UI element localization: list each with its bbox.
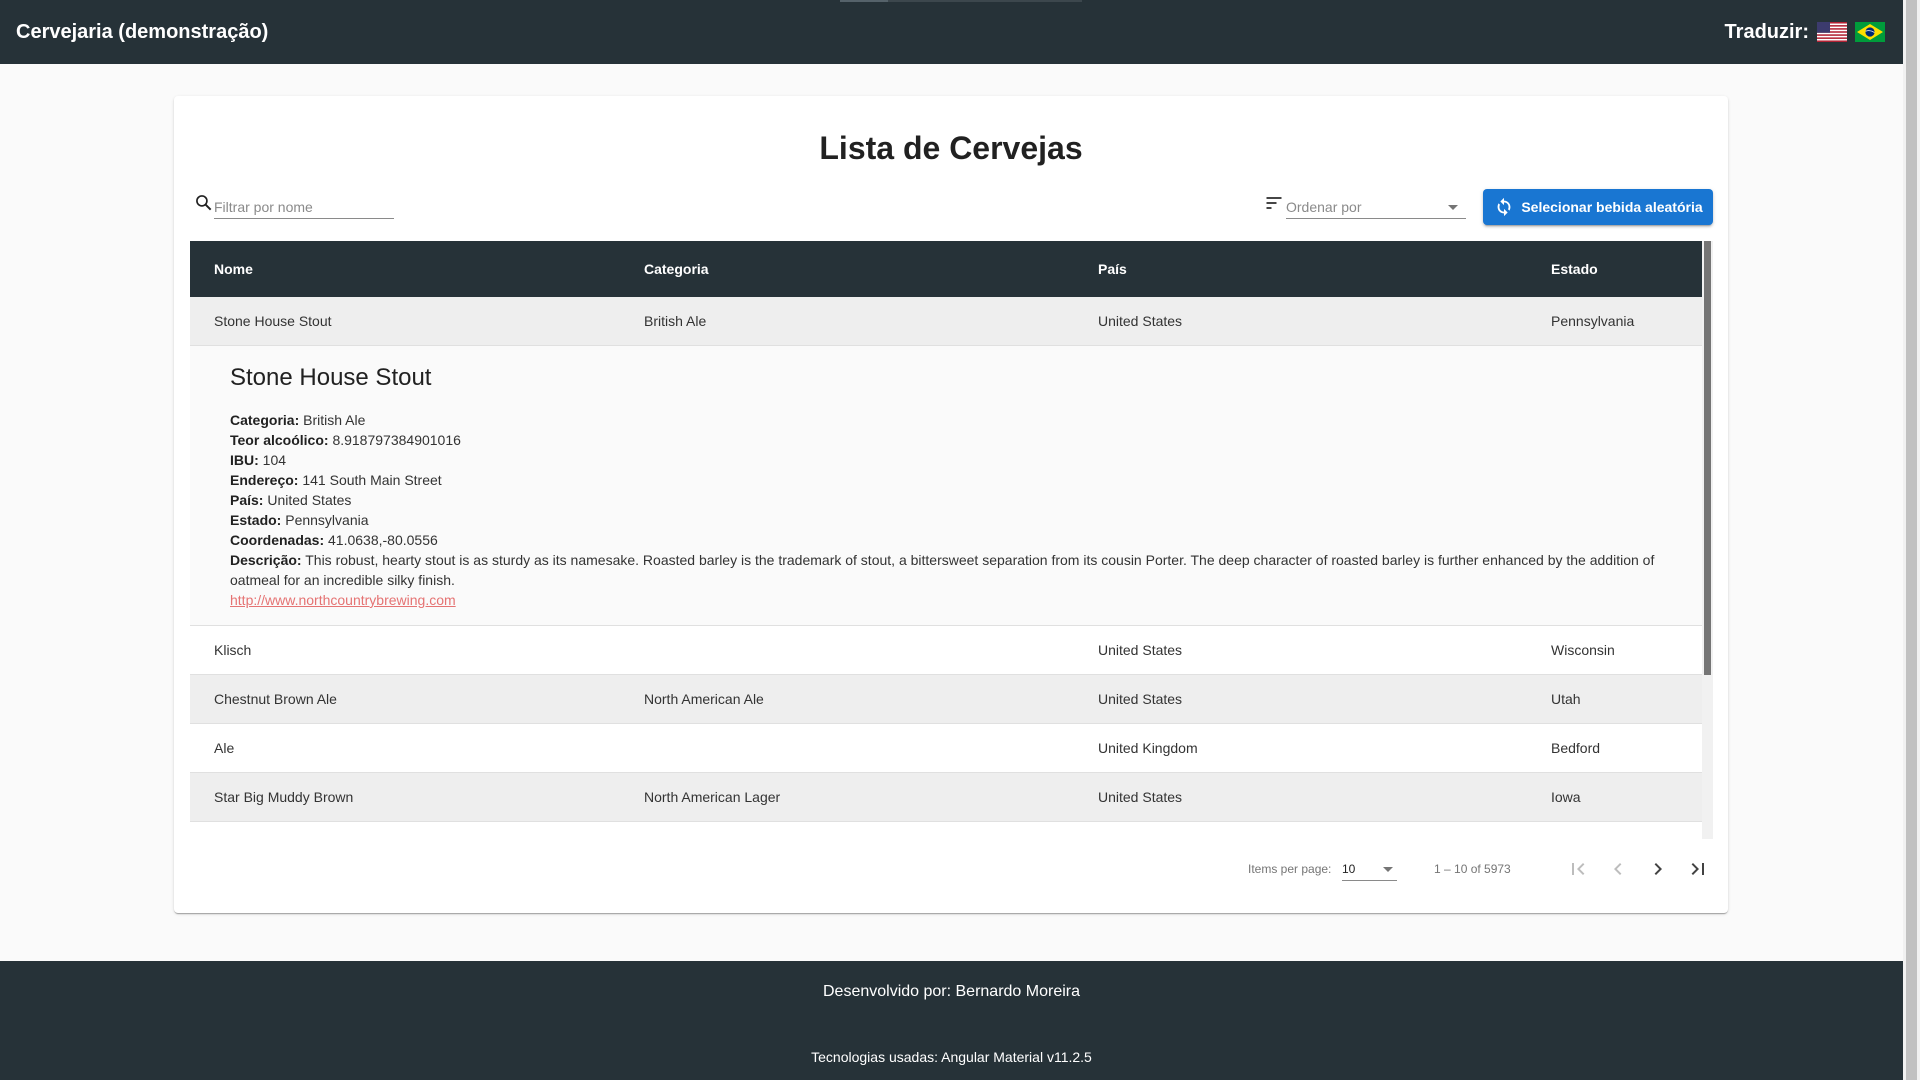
random-beer-label: Selecionar bebida aleatória <box>1521 199 1703 215</box>
cell-nome: Ale <box>214 740 235 756</box>
cell-categoria: North American Lager <box>644 789 781 805</box>
us-flag-icon[interactable] <box>1817 22 1847 42</box>
cell-nome: Star Big Muddy Brown <box>214 789 354 805</box>
cell-nome: Stone House Stout <box>214 313 332 329</box>
table-row[interactable]: Chestnut Brown Ale North American Ale Un… <box>190 675 1702 724</box>
expanded-detail: Stone House Stout Categoria: British Ale… <box>190 346 1702 626</box>
detail-field: Categoria: British Ale <box>230 412 366 428</box>
detail-field: Endereço: 141 South Main Street <box>230 472 442 488</box>
cell-pais: United States <box>1098 313 1183 329</box>
chevron-right-icon <box>1654 863 1662 875</box>
table-row[interactable]: Klisch United States Wisconsin <box>190 626 1702 675</box>
detail-field: Teor alcoólico: 8.918797384901016 <box>230 432 461 448</box>
first-page-button[interactable] <box>1562 853 1594 885</box>
items-per-page-select[interactable]: 10 <box>1342 857 1397 881</box>
cell-estado: Wisconsin <box>1551 642 1615 658</box>
detail-title: Stone House Stout <box>230 364 432 391</box>
cell-pais: United States <box>1098 789 1183 805</box>
app-title: Cervejaria (demonstração) <box>16 21 269 43</box>
sort-icon <box>1266 197 1282 209</box>
sort-field: Ordenar por <box>1264 191 1467 221</box>
table-body: Stone House Stout British Ale United Sta… <box>190 297 1702 822</box>
cell-estado: Iowa <box>1551 789 1581 805</box>
top-indicator <box>840 0 1082 2</box>
next-page-button[interactable] <box>1642 853 1674 885</box>
items-per-page-label: Items per page: <box>1248 862 1332 876</box>
detail-field: País: United States <box>230 492 352 508</box>
page-scrollbar-thumb[interactable] <box>1906 0 1917 1080</box>
cell-estado: Utah <box>1551 691 1581 707</box>
footer: Desenvolvido por: Bernardo Moreira Tecno… <box>0 961 1903 1080</box>
items-per-page-value: 10 <box>1342 862 1356 876</box>
detail-info: Categoria: British Ale Teor alcoólico: 8… <box>230 410 1670 610</box>
table-row[interactable]: Star Big Muddy Brown North American Lage… <box>190 773 1702 822</box>
cell-estado: Pennsylvania <box>1551 313 1635 329</box>
page-scrollbar[interactable] <box>1903 0 1920 1080</box>
chevron-left-icon <box>1614 863 1622 875</box>
sort-select[interactable]: Ordenar por <box>1286 195 1466 219</box>
random-beer-button[interactable]: Selecionar bebida aleatória <box>1483 189 1713 225</box>
last-page-icon <box>1691 863 1704 875</box>
footer-developer: Desenvolvido por: Bernardo Moreira <box>822 983 1080 1000</box>
detail-field: Descrição: This robust, hearty stout is … <box>230 552 1655 588</box>
detail-field: Coordenadas: 41.0638,-80.0556 <box>230 532 438 548</box>
page-range: 1 – 10 of 5973 <box>1434 862 1511 876</box>
paginator: Items per page: 10 1 – 10 of 5973 <box>190 841 1713 897</box>
table-scrollbar[interactable] <box>1702 241 1713 839</box>
table-row[interactable]: Stone House Stout British Ale United Sta… <box>190 297 1702 346</box>
table-row[interactable]: Ale United Kingdom Bedford <box>190 724 1702 773</box>
cell-nome: Chestnut Brown Ale <box>214 691 337 707</box>
refresh-icon <box>1497 197 1511 217</box>
page-title: Lista de Cervejas <box>819 130 1083 166</box>
brewery-link[interactable]: http://www.northcountrybrewing.com <box>230 592 456 608</box>
header-pais[interactable]: País <box>1098 241 1127 297</box>
cell-estado: Bedford <box>1551 740 1601 756</box>
header-nome[interactable]: Nome <box>214 241 253 297</box>
detail-field: Estado: Pennsylvania <box>230 512 369 528</box>
beer-list-card: Lista de Cervejas Ordenar por Selecionar… <box>174 96 1728 913</box>
first-page-icon <box>1572 863 1585 875</box>
cell-pais: United Kingdom <box>1098 740 1198 756</box>
search-input[interactable] <box>214 195 394 219</box>
detail-field: IBU: 104 <box>230 452 287 468</box>
cell-pais: United States <box>1098 642 1183 658</box>
table-header: Nome Categoria País Estado <box>190 241 1702 297</box>
beer-table: Nome Categoria País Estado Stone House S… <box>190 241 1713 839</box>
search-field <box>194 191 394 221</box>
brazil-flag-icon[interactable] <box>1855 22 1885 42</box>
translate-area: Traduzir: <box>1725 0 1885 64</box>
table-scrollbar-thumb[interactable] <box>1704 241 1711 675</box>
top-toolbar: Cervejaria (demonstração) Traduzir: <box>0 0 1903 64</box>
last-page-button[interactable] <box>1682 853 1714 885</box>
header-categoria[interactable]: Categoria <box>644 241 709 297</box>
search-icon <box>196 195 212 211</box>
previous-page-button[interactable] <box>1602 853 1634 885</box>
header-estado[interactable]: Estado <box>1551 241 1598 297</box>
translate-label: Traduzir: <box>1724 20 1809 43</box>
cell-categoria: North American Ale <box>644 691 764 707</box>
dropdown-arrow-icon <box>1383 867 1393 872</box>
sort-placeholder: Ordenar por <box>1286 199 1362 215</box>
cell-categoria: British Ale <box>644 313 707 329</box>
cell-pais: United States <box>1098 691 1183 707</box>
cell-nome: Klisch <box>214 642 252 658</box>
footer-technologies: Tecnologias usadas: Angular Material v11… <box>811 1049 1092 1065</box>
dropdown-arrow-icon <box>1448 205 1458 210</box>
